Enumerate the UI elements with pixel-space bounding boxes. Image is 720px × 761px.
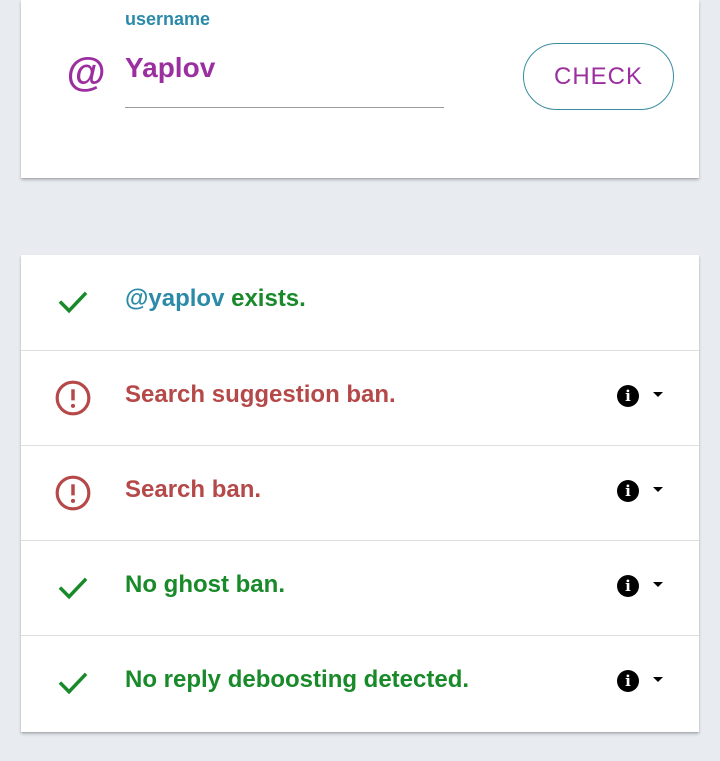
result-row-ghost-ban: No ghost ban. i <box>21 540 699 635</box>
result-text: No ghost ban. <box>125 571 285 598</box>
checkmark-icon <box>58 577 88 600</box>
check-button[interactable]: CHECK <box>523 43 674 110</box>
checkmark-icon <box>58 291 88 314</box>
result-text: @yaplov exists. <box>125 284 306 314</box>
results-card: @yaplov exists. Search suggestion ban. i… <box>21 255 699 732</box>
caret-down-icon[interactable] <box>653 487 663 492</box>
result-text: No reply deboosting detected. <box>125 666 470 693</box>
info-icon[interactable]: i <box>617 670 639 692</box>
result-row-search-ban: Search ban. i <box>21 445 699 540</box>
info-icon[interactable]: i <box>617 480 639 502</box>
alert-circle-icon <box>55 475 91 511</box>
at-sign-icon: @ <box>66 51 106 95</box>
caret-down-icon[interactable] <box>653 392 663 397</box>
caret-down-icon[interactable] <box>653 582 663 587</box>
result-row-exists: @yaplov exists. <box>21 255 699 350</box>
checkmark-icon <box>58 672 88 695</box>
username-handle: @yaplov <box>125 285 225 312</box>
result-text: Search ban. <box>125 476 262 503</box>
info-icon[interactable]: i <box>617 575 639 597</box>
alert-circle-icon <box>55 380 91 416</box>
username-input[interactable] <box>125 48 444 88</box>
username-underline <box>125 107 444 108</box>
result-row-reply-deboosting: No reply deboosting detected. i <box>21 635 699 730</box>
result-text: Search suggestion ban. <box>125 381 396 408</box>
result-exists-text: exists. <box>224 285 306 312</box>
info-icon[interactable]: i <box>617 385 639 407</box>
username-label: username <box>125 9 211 29</box>
caret-down-icon[interactable] <box>653 677 663 682</box>
username-card: @ username CHECK <box>21 0 699 178</box>
result-row-search-suggestion-ban: Search suggestion ban. i <box>21 350 699 445</box>
